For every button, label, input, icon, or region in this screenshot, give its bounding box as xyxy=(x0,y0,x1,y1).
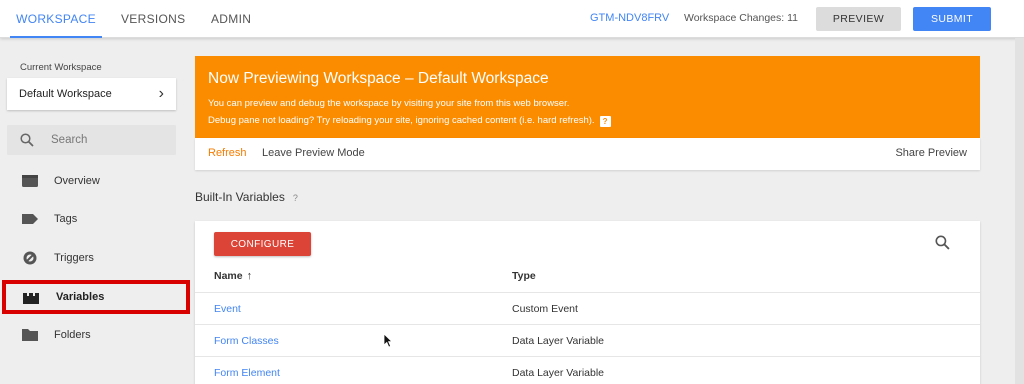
search-placeholder: Search xyxy=(51,134,88,146)
workspace-selector[interactable]: Default Workspace › xyxy=(7,78,176,110)
column-header-type[interactable]: Type xyxy=(512,269,536,283)
chevron-right-icon: › xyxy=(158,85,164,102)
search-icon[interactable] xyxy=(935,235,950,250)
table-row: Event Custom Event xyxy=(195,292,980,324)
sort-ascending-icon: ↑ xyxy=(246,270,253,282)
sidebar-item-label: Overview xyxy=(54,175,100,187)
search-icon xyxy=(20,133,34,147)
container-id-link[interactable]: GTM-NDV8FRV xyxy=(590,0,669,37)
section-title: Built-In Variables? xyxy=(195,190,298,204)
help-icon[interactable]: ? xyxy=(293,193,298,203)
sidebar-item-folders[interactable]: Folders xyxy=(0,320,190,350)
preview-button[interactable]: PREVIEW xyxy=(816,7,901,31)
current-workspace-label: Current Workspace xyxy=(20,62,102,73)
preview-banner-actions: Refresh Leave Preview Mode Share Preview xyxy=(195,138,980,170)
sidebar-item-variables[interactable]: Variables xyxy=(2,280,190,314)
sidebar-item-triggers[interactable]: Triggers xyxy=(0,243,190,273)
help-icon[interactable]: ? xyxy=(599,116,611,127)
table-row: Form Element Data Layer Variable xyxy=(195,356,980,384)
trigger-icon xyxy=(23,251,37,265)
variables-icon xyxy=(23,293,39,304)
sidebar-search[interactable]: Search xyxy=(7,125,176,155)
column-header-name[interactable]: Name ↑ xyxy=(214,269,252,283)
variable-name-link[interactable]: Form Classes xyxy=(214,325,279,357)
preview-banner-title: Now Previewing Workspace – Default Works… xyxy=(208,70,549,87)
share-preview-link[interactable]: Share Preview xyxy=(895,138,967,169)
variable-name-link[interactable]: Form Element xyxy=(214,357,280,384)
debug-hint-text: Debug pane not loading? Try reloading yo… xyxy=(208,115,595,126)
sidebar-item-overview[interactable]: Overview xyxy=(0,166,190,196)
tag-icon xyxy=(22,214,38,224)
scrollbar-track[interactable] xyxy=(1015,38,1024,384)
submit-button[interactable]: SUBMIT xyxy=(913,7,991,31)
variable-type: Custom Event xyxy=(512,303,578,315)
sidebar-item-tags[interactable]: Tags xyxy=(0,204,190,234)
tab-versions[interactable]: VERSIONS xyxy=(121,0,185,38)
tab-workspace[interactable]: WORKSPACE xyxy=(10,0,102,38)
variable-type: Data Layer Variable xyxy=(512,367,605,379)
preview-banner: Now Previewing Workspace – Default Works… xyxy=(195,56,980,138)
top-bar: WORKSPACE VERSIONS ADMIN GTM-NDV8FRV Wor… xyxy=(0,0,1024,38)
variable-type: Data Layer Variable xyxy=(512,335,605,347)
sidebar-item-label: Folders xyxy=(54,329,91,341)
sidebar-item-label: Variables xyxy=(56,291,105,303)
folder-icon xyxy=(22,329,38,341)
variable-name-link[interactable]: Event xyxy=(214,293,241,325)
preview-banner-message: You can preview and debug the workspace … xyxy=(208,98,570,109)
sidebar-item-label: Tags xyxy=(54,213,78,225)
workspace-changes-count: Workspace Changes: 11 xyxy=(684,12,799,24)
configure-button[interactable]: CONFIGURE xyxy=(214,232,311,256)
leave-preview-link[interactable]: Leave Preview Mode xyxy=(262,138,365,169)
column-header-label: Name xyxy=(214,270,243,282)
builtin-variables-card: CONFIGURE Name ↑ Type Event Custom Event … xyxy=(195,221,980,384)
refresh-link[interactable]: Refresh xyxy=(208,138,247,169)
workspace-selector-value: Default Workspace xyxy=(19,88,112,100)
mouse-cursor-icon xyxy=(383,333,393,348)
tab-admin[interactable]: ADMIN xyxy=(211,0,251,38)
sidebar-item-label: Triggers xyxy=(54,252,94,264)
overview-icon xyxy=(22,175,38,187)
preview-banner-debug-hint: Debug pane not loading? Try reloading yo… xyxy=(208,115,611,127)
builtin-variables-heading: Built-In Variables xyxy=(195,190,285,204)
table-row: Form Classes Data Layer Variable xyxy=(195,324,980,356)
